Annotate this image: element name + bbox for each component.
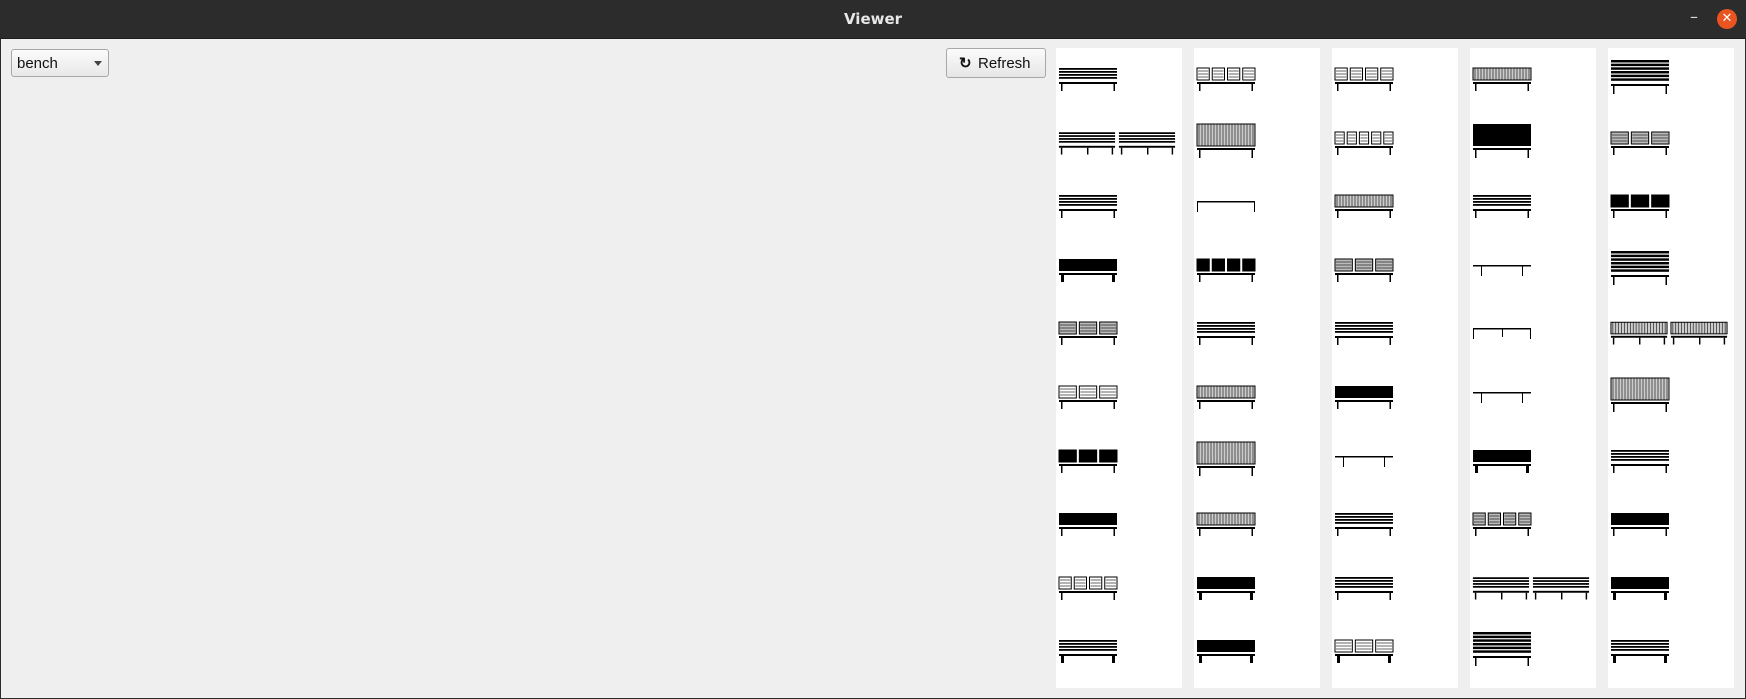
gallery-thumbnail[interactable] [1057, 310, 1119, 350]
gallery-thumbnail[interactable] [1609, 628, 1671, 668]
gallery-thumbnail[interactable] [1471, 628, 1533, 668]
gallery-thumbnail[interactable] [1471, 565, 1591, 605]
gallery-thumbnail[interactable] [1609, 501, 1671, 541]
gallery-thumbnail[interactable] [1195, 247, 1257, 287]
gallery-thumbnail[interactable] [1195, 183, 1257, 223]
gallery-thumbnail[interactable] [1333, 628, 1395, 668]
gallery-thumbnail[interactable] [1609, 120, 1671, 160]
gallery-thumbnail[interactable] [1333, 374, 1395, 414]
gallery-thumbnail[interactable] [1195, 438, 1257, 478]
gallery-thumbnail[interactable] [1333, 183, 1395, 223]
gallery-thumbnail[interactable] [1195, 374, 1257, 414]
gallery-thumbnail[interactable] [1609, 438, 1671, 478]
gallery-thumbnail[interactable] [1195, 628, 1257, 668]
gallery-thumbnail[interactable] [1333, 565, 1395, 605]
window-title: Viewer [843, 10, 903, 28]
gallery-column-1 [1056, 48, 1182, 688]
gallery-column-5 [1608, 48, 1734, 688]
gallery-thumbnail[interactable] [1057, 56, 1119, 96]
gallery-thumbnail[interactable] [1609, 183, 1671, 223]
gallery-thumbnail[interactable] [1609, 56, 1671, 96]
gallery-column-3 [1332, 48, 1458, 688]
gallery-thumbnail[interactable] [1333, 120, 1395, 160]
gallery-thumbnail[interactable] [1471, 310, 1533, 350]
gallery-thumbnail[interactable] [1195, 565, 1257, 605]
gallery-thumbnail[interactable] [1333, 310, 1395, 350]
gallery-thumbnail[interactable] [1057, 183, 1119, 223]
gallery-thumbnail[interactable] [1195, 310, 1257, 350]
gallery-thumbnail[interactable] [1333, 247, 1395, 287]
gallery-thumbnail[interactable] [1195, 120, 1257, 160]
gallery-thumbnail[interactable] [1471, 120, 1533, 160]
gallery-thumbnail[interactable] [1609, 247, 1671, 287]
gallery-thumbnail[interactable] [1195, 56, 1257, 96]
gallery-column-2 [1194, 48, 1320, 688]
refresh-button[interactable]: ↻ Refresh [946, 48, 1046, 78]
gallery-thumbnail[interactable] [1195, 501, 1257, 541]
close-button[interactable]: ✕ [1717, 9, 1737, 29]
gallery-thumbnail[interactable] [1057, 374, 1119, 414]
main-content: bench ↻ Refresh [1, 39, 1745, 698]
gallery-thumbnail[interactable] [1471, 438, 1533, 478]
gallery-thumbnail[interactable] [1333, 501, 1395, 541]
gallery-thumbnail[interactable] [1333, 56, 1395, 96]
refresh-button-label: Refresh [978, 55, 1031, 72]
minimize-button[interactable]: – [1682, 6, 1706, 30]
dropdown-arrow-icon [94, 61, 102, 66]
category-dropdown-value: bench [17, 55, 58, 72]
gallery-thumbnail[interactable] [1057, 438, 1119, 478]
gallery-thumbnail[interactable] [1609, 310, 1729, 350]
title-bar[interactable]: Viewer – ✕ [0, 0, 1746, 39]
gallery-thumbnail[interactable] [1609, 565, 1671, 605]
gallery-thumbnail[interactable] [1471, 501, 1533, 541]
gallery-thumbnail[interactable] [1471, 247, 1533, 287]
gallery-thumbnail[interactable] [1333, 438, 1395, 478]
gallery-thumbnail[interactable] [1057, 565, 1119, 605]
category-dropdown[interactable]: bench [11, 49, 109, 77]
gallery-thumbnail[interactable] [1609, 374, 1671, 414]
gallery-thumbnail[interactable] [1057, 120, 1177, 160]
gallery-thumbnail[interactable] [1057, 628, 1119, 668]
gallery-column-4 [1470, 48, 1596, 688]
gallery-thumbnail[interactable] [1471, 183, 1533, 223]
gallery-thumbnail[interactable] [1471, 374, 1533, 414]
gallery-thumbnail[interactable] [1057, 501, 1119, 541]
gallery-thumbnail[interactable] [1471, 56, 1533, 96]
refresh-icon: ↻ [959, 55, 972, 72]
gallery-thumbnail[interactable] [1057, 247, 1119, 287]
